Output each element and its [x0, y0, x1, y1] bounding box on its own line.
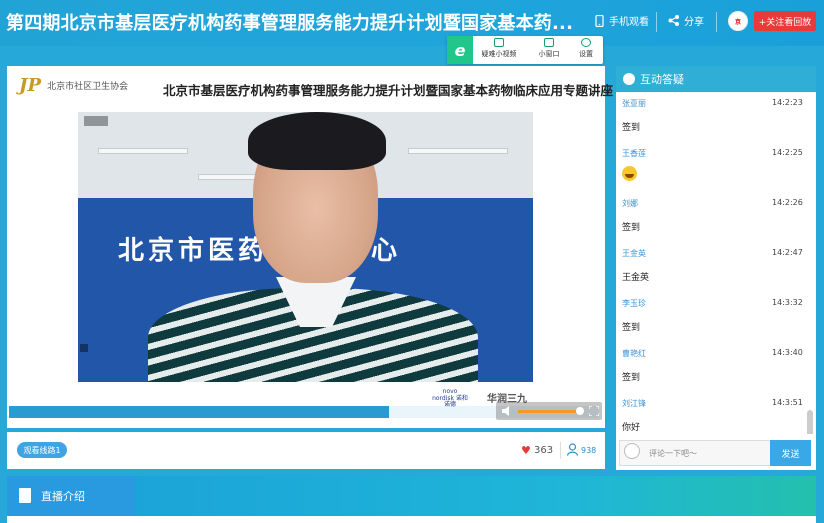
message-text: 王金英: [622, 273, 650, 283]
message-author: 张亚丽: [622, 99, 646, 108]
share-button[interactable]: 分享: [668, 13, 704, 28]
association-name: 北京市社区卫生协会: [47, 81, 129, 92]
share-label: 分享: [684, 17, 704, 28]
slide-logo-group: JP 北京市社区卫生协会: [19, 72, 128, 98]
chat-message: 王金英 14:2:47 王金英: [616, 242, 806, 292]
follow-button[interactable]: +关注看回放: [754, 11, 816, 31]
view-count: 938: [581, 446, 597, 455]
settings-button[interactable]: 设置: [566, 38, 606, 62]
phone-icon: [595, 14, 604, 27]
chat-message: 刘娜 14:2:26 签到: [616, 192, 806, 242]
message-text: 签到: [622, 373, 641, 383]
heart-icon[interactable]: ♥: [521, 444, 531, 457]
intro-content-area: [7, 516, 816, 523]
header-divider: [656, 12, 657, 32]
tab-live-intro-label: 直播介绍: [41, 490, 85, 503]
comment-input[interactable]: 评论一下吧～: [619, 440, 771, 466]
message-author: 刘江锋: [622, 399, 646, 408]
message-author: 曹艳红: [622, 349, 646, 358]
message-author: 刘娜: [622, 199, 638, 208]
message-text: 签到: [622, 223, 641, 233]
message-text: 签到: [622, 123, 641, 133]
chat-title: 互动答疑: [640, 73, 684, 86]
chat-input-area: 评论一下吧～ 发送: [616, 438, 816, 466]
header-bar: 第四期北京市基层医疗机构药事管理服务能力提升计划暨国家基本药... 手机观看 分…: [0, 0, 824, 46]
intro-bar: 直播介绍: [7, 476, 816, 516]
e-logo-icon: e: [447, 36, 473, 64]
progress-bar-filled[interactable]: [9, 406, 389, 418]
chat-message: 李玉珍 14:3:32 签到: [616, 292, 806, 342]
association-logo: JP: [19, 74, 42, 96]
settings-label: 设置: [579, 50, 593, 58]
mini-window-button[interactable]: 小窗口: [529, 38, 569, 62]
info-bar: 观看线路1 ♥ 363 938: [7, 432, 605, 469]
chat-scrollbar[interactable]: [807, 410, 813, 434]
ceiling-light: [98, 148, 188, 154]
message-time: 14:2:25: [772, 148, 803, 157]
speaker-icon[interactable]: [502, 406, 512, 416]
video-player[interactable]: JP 北京市社区卫生协会 北京市基层医疗机构药事管理服务能力提升计划暨国家基本药…: [7, 66, 613, 428]
live-badge: [84, 116, 108, 126]
send-button[interactable]: 发送: [770, 440, 811, 466]
divider: [560, 442, 561, 459]
volume-slider[interactable]: [518, 410, 578, 413]
like-count: 363: [534, 445, 554, 456]
volume-knob[interactable]: [576, 407, 584, 415]
mini-window-label: 小窗口: [538, 50, 560, 58]
document-icon: [19, 488, 31, 503]
mobile-view-button[interactable]: 手机观看: [595, 13, 649, 28]
ceiling-light: [198, 174, 258, 180]
header-divider: [716, 12, 717, 32]
corner-marker: [80, 344, 88, 352]
message-time: 14:2:23: [772, 98, 803, 107]
host-avatar[interactable]: 京: [728, 11, 748, 31]
volume-control[interactable]: [496, 402, 602, 420]
chat-panel: 互动答疑 张亚丽 14:2:23 签到 王香莲 14:2:25 刘娜 14:2:…: [616, 66, 816, 470]
chat-message: 张亚丽 14:2:23 签到: [616, 92, 806, 142]
chat-messages[interactable]: 张亚丽 14:2:23 签到 王香莲 14:2:25 刘娜 14:2:26 签到…: [616, 92, 816, 434]
fullscreen-icon[interactable]: [589, 406, 599, 416]
message-author: 王金英: [622, 249, 646, 258]
chat-bubble-icon: [623, 73, 635, 85]
slide-title: 北京市基层医疗机构药事管理服务能力提升计划暨国家基本药物临床应用专题讲座: [163, 83, 614, 98]
message-author: 王香莲: [622, 149, 646, 158]
share-icon: [668, 15, 679, 26]
message-time: 14:2:47: [772, 248, 803, 257]
sponsor-novo-nordisk: novo nordisk 诺和诺德: [432, 388, 468, 409]
page-title: 第四期北京市基层医疗机构药事管理服务能力提升计划暨国家基本药...: [6, 13, 574, 34]
route-button[interactable]: 观看线路1: [17, 442, 67, 458]
message-time: 14:3:40: [772, 348, 803, 357]
mobile-view-label: 手机观看: [609, 17, 649, 28]
player-toolbar: e 疑难小视频 小窗口 设置: [447, 36, 603, 64]
message-text: 你好: [622, 423, 641, 433]
short-video-label: 疑难小视频: [481, 50, 517, 58]
gear-icon: [581, 38, 591, 47]
message-time: 14:2:26: [772, 198, 803, 207]
chat-message: 曹艳红 14:3:40 签到: [616, 342, 806, 392]
emoji-picker-icon[interactable]: [624, 443, 640, 459]
message-text: 签到: [622, 323, 641, 333]
window-icon: [544, 38, 554, 47]
ceiling-light: [408, 148, 508, 154]
tab-live-intro[interactable]: 直播介绍: [7, 476, 135, 516]
chat-header: 互动答疑: [616, 66, 816, 92]
message-time: 14:3:51: [772, 398, 803, 407]
chat-message: 刘江锋 14:3:51 你好: [616, 392, 806, 434]
video-icon: [494, 38, 504, 47]
chat-message: 王香莲 14:2:25: [616, 142, 806, 192]
speaker-video[interactable]: 北京市医药 服务中心: [78, 112, 533, 382]
message-author: 李玉珍: [622, 299, 646, 308]
user-icon: [567, 443, 578, 456]
short-video-button[interactable]: 疑难小视频: [479, 38, 519, 62]
message-time: 14:3:32: [772, 298, 803, 307]
grin-emoji-icon: [622, 166, 637, 181]
speaker-hair: [248, 112, 386, 170]
